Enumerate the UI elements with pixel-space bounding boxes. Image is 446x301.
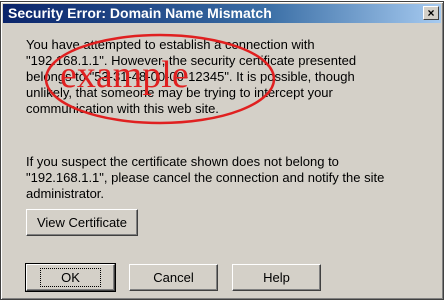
cancel-label: Cancel <box>153 270 194 285</box>
title-bar[interactable]: Security Error: Domain Name Mismatch × <box>3 4 441 23</box>
view-certificate-button[interactable]: View Certificate <box>26 209 138 236</box>
message-line: "192.168.1.1", please cancel the connect… <box>26 170 385 185</box>
message-line: belongs to "53-31-48-00-00-12345". It is… <box>26 69 355 84</box>
message-line: You have attempted to establish a connec… <box>26 37 315 52</box>
close-icon: × <box>427 6 435 20</box>
message-line: If you suspect the certificate shown doe… <box>26 154 339 169</box>
message-line: communication with this web site. <box>26 101 219 116</box>
cancel-button[interactable]: Cancel <box>129 264 218 291</box>
help-label: Help <box>263 270 290 285</box>
warning-message: You have attempted to establish a connec… <box>26 37 426 117</box>
message-line: "192.168.1.1". However, the security cer… <box>26 53 357 68</box>
advice-message: If you suspect the certificate shown doe… <box>26 154 384 202</box>
ok-button[interactable]: OK <box>25 263 116 292</box>
help-button[interactable]: Help <box>232 264 321 291</box>
message-line: administrator. <box>26 186 105 201</box>
close-button[interactable]: × <box>423 6 439 20</box>
view-certificate-label: View Certificate <box>36 215 128 230</box>
dialog-title: Security Error: Domain Name Mismatch <box>8 5 272 21</box>
message-line: unlikely, that someone may be trying to … <box>26 85 333 100</box>
ok-label: OK <box>40 268 101 287</box>
